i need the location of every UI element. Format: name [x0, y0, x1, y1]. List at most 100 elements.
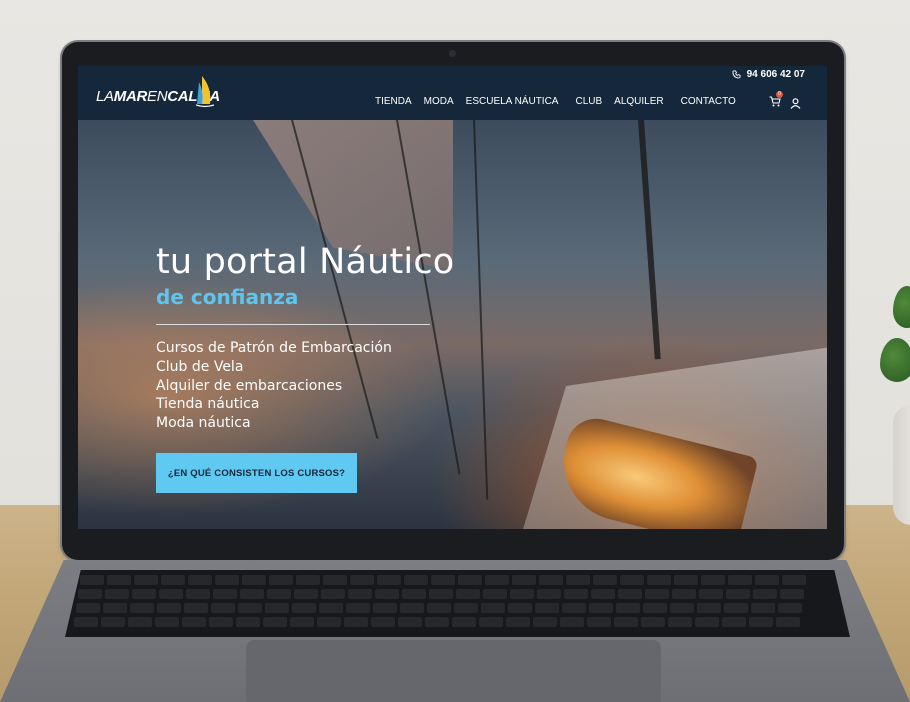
keyboard-key [620, 575, 644, 585]
keyboard-key [695, 617, 719, 627]
keyboard-key [317, 617, 341, 627]
header-actions: 0 [769, 91, 801, 112]
keyboard-key [512, 575, 536, 585]
keyboard-key [375, 589, 399, 599]
hero-subtitle: de confianza [156, 285, 299, 309]
keyboard-key [458, 575, 482, 585]
keyboard-row [74, 617, 800, 627]
keyboard-key [105, 589, 129, 599]
logo-text-la: LA [96, 88, 114, 105]
keyboard-key [290, 617, 314, 627]
keyboard-key [672, 589, 696, 599]
keyboard-key [292, 603, 316, 613]
keyboard-row [76, 603, 802, 613]
keyboard-key [593, 575, 617, 585]
keyboard-key [616, 603, 640, 613]
nav-item-club[interactable]: CLUB [575, 96, 602, 107]
keyboard-key [755, 575, 779, 585]
keyboard-key [749, 617, 773, 627]
keyboard-key [510, 589, 534, 599]
laptop-screen: LAMARENCALMA 94 606 42 07 TIENDA MODA ES… [78, 66, 827, 529]
header-phone[interactable]: 94 606 42 07 [732, 69, 805, 80]
keyboard-key [184, 603, 208, 613]
laptop-trackpad [246, 640, 661, 702]
keyboard-key [701, 575, 725, 585]
keyboard-key [269, 575, 293, 585]
user-icon[interactable] [790, 97, 801, 109]
keyboard-key [591, 589, 615, 599]
courses-cta-button[interactable]: ¿EN QUÉ CONSISTEN LOS CURSOS? [156, 453, 357, 493]
keyboard-key [753, 589, 777, 599]
keyboard-key [101, 617, 125, 627]
keyboard-key [641, 617, 665, 627]
keyboard-key [587, 617, 611, 627]
keyboard-key [454, 603, 478, 613]
keyboard-key [485, 575, 509, 585]
keyboard-key [456, 589, 480, 599]
keyboard-key [103, 603, 127, 613]
webcam-icon [449, 50, 456, 57]
keyboard-key [751, 603, 775, 613]
service-item: Alquiler de embarcaciones [156, 377, 343, 394]
keyboard-key [782, 575, 806, 585]
keyboard-key [483, 589, 507, 599]
site-header: LAMARENCALMA 94 606 42 07 TIENDA MODA ES… [78, 66, 827, 120]
keyboard-key [780, 589, 804, 599]
hero-divider [156, 324, 430, 325]
keyboard-key [699, 589, 723, 599]
nav-item-moda[interactable]: MODA [424, 96, 454, 107]
keyboard-key [645, 589, 669, 599]
keyboard-key [130, 603, 154, 613]
keyboard-key [539, 575, 563, 585]
nav-item-escuela-nautica[interactable]: ESCUELA NÁUTICA [466, 96, 559, 107]
keyboard-key [537, 589, 561, 599]
plant-leaf [880, 338, 910, 382]
keyboard-key [400, 603, 424, 613]
keyboard-key [134, 575, 158, 585]
keyboard-key [132, 589, 156, 599]
keyboard-key [242, 575, 266, 585]
keyboard-key [726, 589, 750, 599]
phone-icon [732, 70, 741, 79]
nav-item-alquiler[interactable]: ALQUILER [614, 96, 663, 107]
hero-title: tu portal Náutico [156, 242, 454, 282]
service-item: Club de Vela [156, 358, 244, 375]
keyboard-row [80, 575, 806, 585]
keyboard-key [618, 589, 642, 599]
keyboard-key [724, 603, 748, 613]
keyboard-key [128, 617, 152, 627]
keyboard-key [452, 617, 476, 627]
service-item: Tienda náutica [156, 396, 260, 413]
keyboard-key [344, 617, 368, 627]
keyboard-key [776, 617, 800, 627]
keyboard-key [346, 603, 370, 613]
main-navigation: TIENDA MODA ESCUELA NÁUTICA CLUB ALQUILE… [375, 96, 748, 107]
nav-item-tienda[interactable]: TIENDA [375, 96, 412, 107]
keyboard-key [398, 617, 422, 627]
keyboard-key [778, 603, 802, 613]
keyboard-key [211, 603, 235, 613]
keyboard-key [321, 589, 345, 599]
keyboard-key [506, 617, 530, 627]
keyboard-key [209, 617, 233, 627]
keyboard-key [373, 603, 397, 613]
keyboard-key [157, 603, 181, 613]
keyboard-key [78, 589, 102, 599]
keyboard-key [728, 575, 752, 585]
keyboard-key [236, 617, 260, 627]
nav-item-contacto[interactable]: CONTACTO [681, 96, 736, 107]
keyboard-key [238, 603, 262, 613]
service-item: Moda náutica [156, 415, 251, 432]
keyboard-key [215, 575, 239, 585]
keyboard-key [213, 589, 237, 599]
keyboard-key [155, 617, 179, 627]
keyboard-key [161, 575, 185, 585]
hero-title-part1: tu portal [156, 242, 308, 282]
keyboard-key [670, 603, 694, 613]
keyboard-key [188, 575, 212, 585]
keyboard-key [668, 617, 692, 627]
keyboard-key [182, 617, 206, 627]
keyboard-key [560, 617, 584, 627]
cart-button[interactable]: 0 [769, 91, 783, 112]
plant-leaf [893, 286, 910, 328]
